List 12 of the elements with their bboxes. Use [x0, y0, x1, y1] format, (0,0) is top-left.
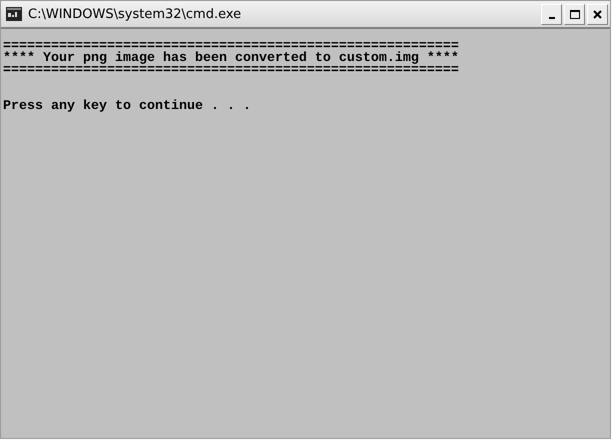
separator-line: ========================================================= — [3, 65, 459, 77]
window-title: C:\WINDOWS\system32\cmd.exe — [28, 6, 242, 22]
minimize-button[interactable] — [541, 4, 562, 24]
minimize-icon — [548, 16, 554, 18]
maximize-icon — [570, 10, 580, 18]
continue-prompt: Press any key to continue . . . — [3, 101, 251, 113]
close-button[interactable] — [587, 4, 608, 24]
console-icon — [6, 7, 22, 21]
separator-line: ========================================================= — [3, 41, 459, 53]
maximize-button[interactable] — [564, 4, 585, 24]
close-icon — [593, 10, 602, 18]
output-message: **** Your png image has been converted to custom.img **** — [3, 53, 459, 65]
